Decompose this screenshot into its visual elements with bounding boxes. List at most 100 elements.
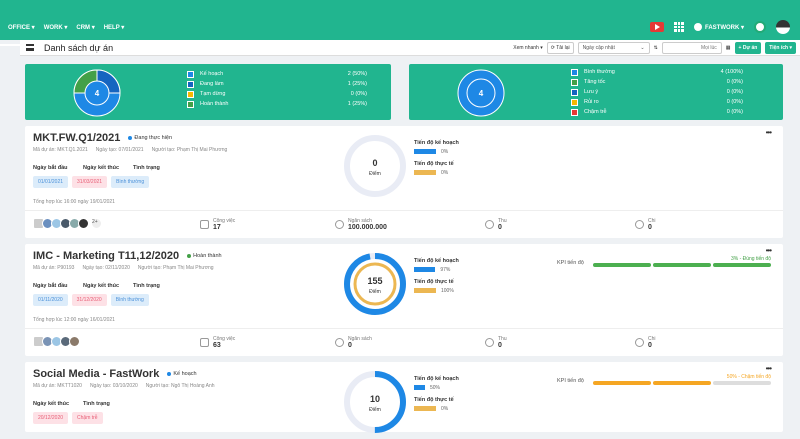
status-summary-panel: 4 Kế hoạch 2 (50%) Đang làm 1 (25%) Tạm dừ… — [25, 64, 391, 120]
quick-view-button[interactable]: Xem nhanh ▾ — [513, 45, 542, 51]
reload-button[interactable]: ⟳ Tải lại — [546, 42, 574, 54]
end-date-chip: 31/12/2020 — [71, 294, 107, 306]
company-name: FASTWORK ▾ — [704, 24, 744, 31]
project-card[interactable]: ••• Social Media - FastWork Kế hoạch Mã d… — [25, 362, 783, 433]
member-avatars[interactable] — [33, 336, 80, 347]
more-options-icon[interactable]: ••• — [766, 364, 772, 373]
more-members-badge[interactable]: 2+ — [91, 218, 102, 229]
state-label: Tình trạng — [133, 165, 160, 171]
status-label: Đang thực hiện — [134, 135, 173, 141]
legend-swatch — [571, 68, 578, 76]
add-project-button[interactable]: + Dự án — [734, 42, 762, 54]
legend-swatch — [187, 90, 194, 98]
tasks-stat[interactable]: Công việc 63 — [200, 336, 235, 349]
plan-progress-bar — [414, 267, 436, 273]
utilities-button[interactable]: Tiện ích ▾ — [765, 42, 796, 54]
score-label: Điểm — [369, 170, 381, 177]
apps-grid-icon[interactable] — [673, 22, 684, 32]
expense-icon — [635, 338, 644, 347]
nav-crm[interactable]: CRM ▾ — [76, 24, 94, 31]
user-status-icon[interactable] — [754, 21, 766, 33]
state-chip: Chậm trễ — [72, 412, 103, 424]
menu-icon[interactable] — [26, 44, 34, 51]
score-label: Điểm — [369, 288, 381, 295]
member-avatars[interactable]: 2+ — [33, 218, 102, 229]
income-icon — [485, 220, 494, 229]
income-icon — [485, 338, 494, 347]
health-legend: Bình thường 4 (100%) Tăng tốc 0 (0%) Lưu ý… — [571, 67, 743, 117]
score-value: 155 — [367, 276, 382, 286]
plan-progress-label: Tiến độ kế hoạch — [414, 140, 459, 146]
budget-stat: Ngân sách 0 — [335, 336, 372, 349]
more-options-icon[interactable]: ••• — [766, 246, 772, 255]
project-code: Mã dự án: MKTT1020 — [33, 383, 82, 389]
sort-order-icon[interactable]: ⇅ — [654, 45, 658, 51]
kpi-progress-bar — [593, 381, 771, 385]
time-filter-input[interactable]: Mọi lúc — [661, 42, 722, 54]
health-total: 4 — [479, 89, 484, 98]
more-options-icon[interactable]: ••• — [766, 128, 772, 137]
status-badge: Đang thực hiện — [128, 135, 172, 141]
status-total: 4 — [95, 89, 100, 98]
kpi-tag: 50% - Chậm tiến độ — [726, 374, 771, 380]
project-card[interactable]: ••• MKT.FW.Q1/2021 Đang thực hiện Mã dự á… — [25, 126, 783, 238]
creator: Người tạo: Phạm Thị Mai Phương — [137, 265, 214, 271]
actual-progress-label: Tiến độ thực tế — [414, 397, 454, 403]
nav-help[interactable]: HELP ▾ — [104, 24, 125, 31]
kpi-progress-bar — [593, 263, 771, 267]
avatar — [69, 336, 80, 347]
legend-item[interactable]: Tạm dừng 0 (0%) — [187, 89, 367, 99]
legend-item[interactable]: Tăng tốc 0 (0%) — [571, 77, 743, 87]
actual-progress-label: Tiến độ thực tế — [414, 279, 454, 285]
progress-block: Tiến độ kế hoạch 0% Tiến độ thực tế 0% — [414, 140, 459, 176]
company-switcher[interactable]: FASTWORK ▾ — [693, 23, 744, 31]
status-badge: Kế hoạch — [167, 371, 197, 377]
creator: Người tạo: Ngô Thị Hoàng Anh — [145, 383, 215, 389]
budget-stat: Ngân sách 100.000.000 — [335, 218, 387, 231]
page-header: Danh sách dự án Xem nhanh ▾ ⟳ Tải lại Ng… — [20, 40, 800, 56]
expense-value: 0 — [648, 342, 652, 349]
legend-label: Đang làm — [200, 81, 224, 87]
project-card[interactable]: ••• IMC - Marketing T11,12/2020 Hoàn thàn… — [25, 244, 783, 356]
project-title[interactable]: IMC - Marketing T11,12/2020 — [33, 250, 179, 262]
actual-progress-bar — [414, 406, 436, 412]
kpi-label: KPI tiến độ — [557, 260, 584, 266]
health-donut-chart: 4 — [457, 69, 505, 117]
project-title[interactable]: MKT.FW.Q1/2021 — [33, 132, 120, 144]
start-date-chip: 01/11/2020 — [33, 294, 68, 306]
project-title[interactable]: Social Media - FastWork — [33, 368, 159, 380]
kpi-tag: 3% - Đúng tiến độ — [730, 256, 771, 262]
legend-item[interactable]: Lưu ý 0 (0%) — [571, 87, 743, 97]
legend-label: Chậm trễ — [584, 109, 607, 115]
legend-item[interactable]: Rủi ro 0 (0%) — [571, 97, 743, 107]
state-label: Tình trạng — [83, 401, 110, 407]
project-code: Mã dự án: P90193 — [33, 265, 75, 271]
expense-stat: Chi 0 — [635, 218, 656, 231]
calendar-icon[interactable]: ▦ — [726, 45, 731, 51]
tasks-stat[interactable]: Công việc 17 — [200, 218, 235, 231]
legend-swatch — [187, 70, 194, 78]
nav-office[interactable]: OFFICE ▾ — [8, 24, 35, 31]
legend-label: Rủi ro — [584, 99, 599, 105]
avatar[interactable] — [776, 20, 790, 34]
legend-label: Kế hoạch — [200, 71, 224, 77]
plan-progress-bar — [414, 385, 425, 391]
nav-work[interactable]: WORK ▾ — [44, 24, 68, 31]
end-date-label: Ngày kết thúc — [83, 283, 120, 289]
creator: Người tạo: Phạm Thị Mai Phương — [151, 147, 228, 153]
expense-value: 0 — [648, 224, 652, 231]
sort-select[interactable]: Ngày cập nhật ⌄ — [577, 42, 650, 54]
budget-value: 100.000.000 — [348, 224, 387, 231]
legend-item[interactable]: Chậm trễ 0 (0%) — [571, 107, 743, 117]
legend-item[interactable]: Đang làm 1 (25%) — [187, 79, 367, 89]
youtube-icon[interactable] — [649, 22, 664, 32]
status-label: Hoàn thành — [193, 253, 222, 259]
legend-item[interactable]: Kế hoạch 2 (50%) — [187, 69, 367, 79]
score-value: 0 — [372, 158, 377, 168]
legend-label: Hoàn thành — [200, 101, 229, 107]
legend-item[interactable]: Hoàn thành 1 (25%) — [187, 99, 367, 109]
progress-block: Tiến độ kế hoạch 50% Tiến độ thực tế 0% — [414, 376, 459, 412]
legend-label: Bình thường — [584, 69, 615, 75]
status-badge: Hoàn thành — [187, 253, 222, 259]
legend-item[interactable]: Bình thường 4 (100%) — [571, 67, 743, 77]
